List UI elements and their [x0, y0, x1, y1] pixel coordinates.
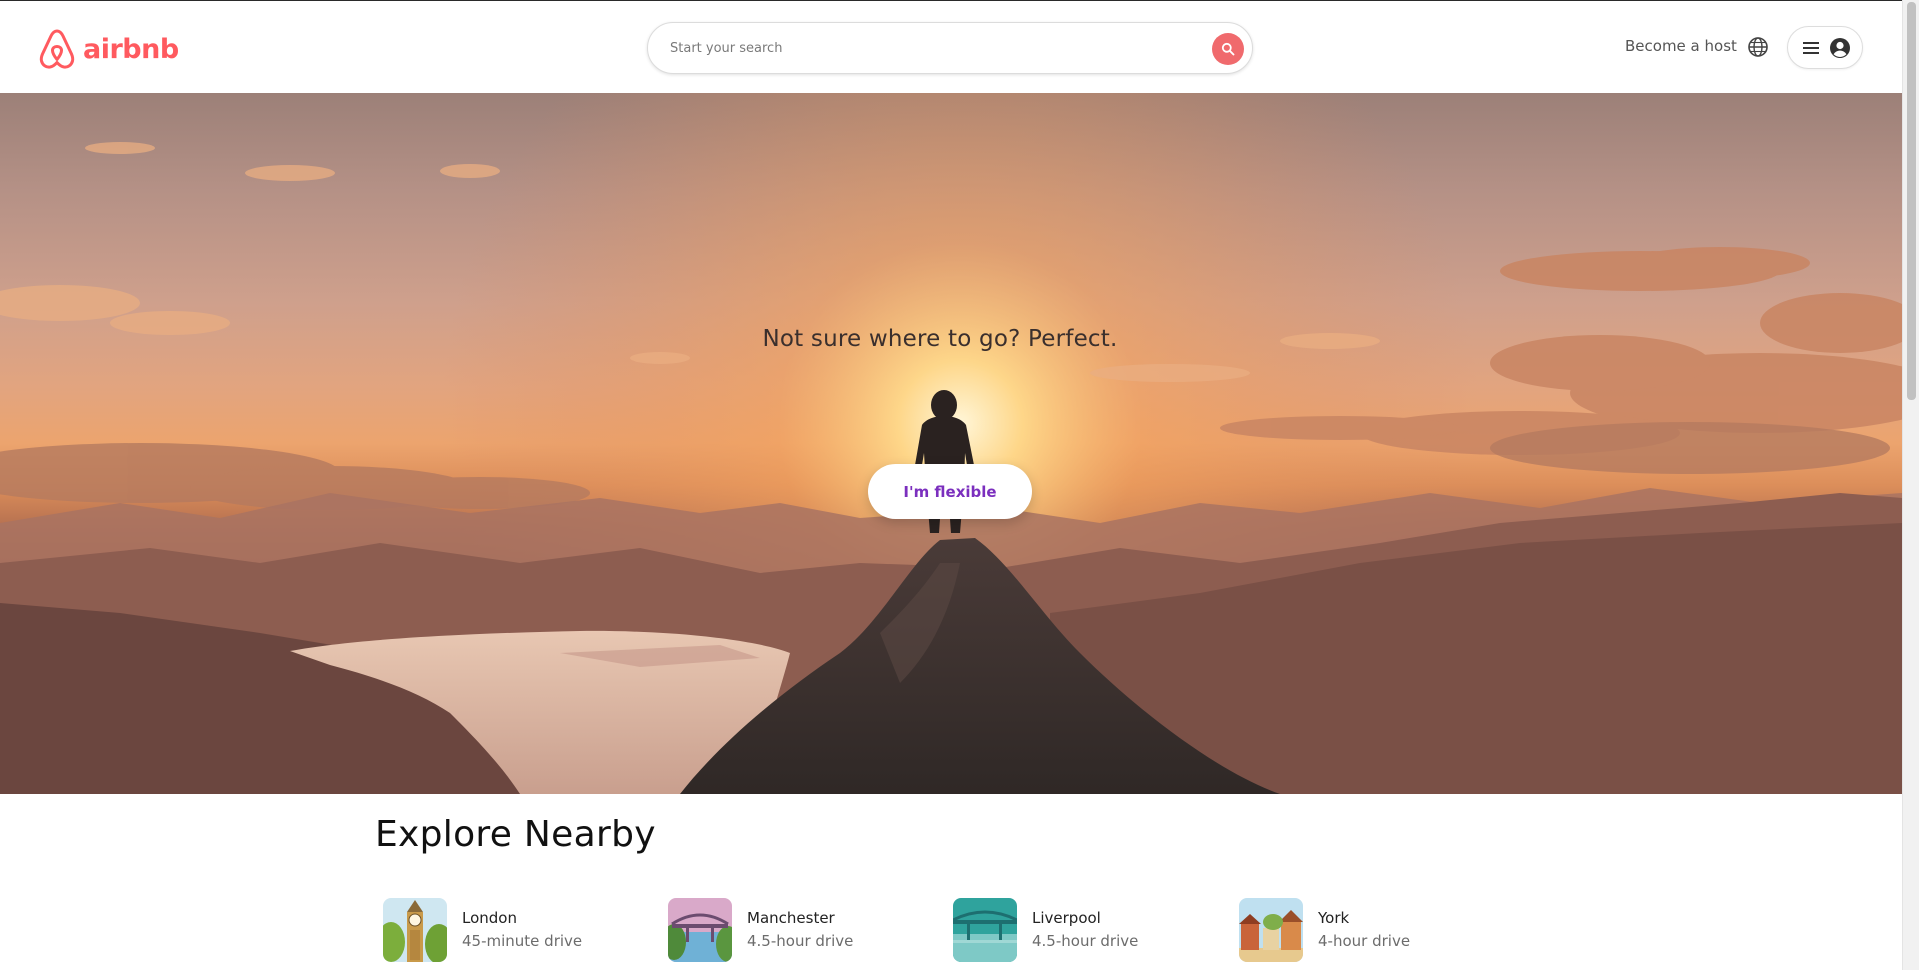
place-drive-time: 4.5-hour drive: [747, 932, 854, 950]
page-viewport: airbnb Become a host: [0, 0, 1902, 970]
airbnb-logo[interactable]: airbnb: [37, 27, 179, 71]
place-thumbnail: [383, 898, 447, 962]
hero-banner: Not sure where to go? Perfect. I'm flexi…: [0, 93, 1902, 794]
im-flexible-button[interactable]: I'm flexible: [868, 464, 1032, 519]
place-drive-time: 4-hour drive: [1318, 932, 1411, 950]
place-drive-time: 45-minute drive: [462, 932, 583, 950]
hero-headline: Not sure where to go? Perfect.: [762, 326, 1118, 352]
place-name: Liverpool: [1032, 909, 1101, 927]
scrollbar-thumb[interactable]: [1907, 2, 1916, 400]
globe-icon: [1748, 37, 1768, 57]
nearby-place-london[interactable]: London 45-minute drive: [383, 897, 582, 963]
manchester-bridge-thumbnail-image: [668, 898, 732, 962]
place-name: York: [1318, 909, 1350, 927]
place-drive-time: 4.5-hour drive: [1032, 932, 1139, 950]
nearby-place-york[interactable]: York 4-hour drive: [1239, 897, 1410, 963]
big-ben-thumbnail-image: [383, 898, 447, 962]
explore-nearby-heading: Explore Nearby: [375, 814, 656, 855]
search-bar: [647, 22, 1253, 74]
place-name: Manchester: [747, 909, 835, 927]
search-icon: [1221, 42, 1235, 56]
york-street-thumbnail-image: [1239, 898, 1303, 962]
become-a-host-link[interactable]: Become a host: [1625, 37, 1737, 55]
brand-name: airbnb: [83, 33, 179, 65]
search-button[interactable]: [1212, 33, 1244, 65]
place-thumbnail: [668, 898, 732, 962]
hero-sunset-mountain-image: [0, 93, 1902, 794]
place-thumbnail: [953, 898, 1017, 962]
liverpool-bridge-thumbnail-image: [953, 898, 1017, 962]
hamburger-menu-icon: [1803, 41, 1819, 54]
nearby-place-liverpool[interactable]: Liverpool 4.5-hour drive: [953, 897, 1138, 963]
language-button[interactable]: [1745, 34, 1771, 60]
user-menu-button[interactable]: [1787, 26, 1863, 69]
explore-nearby-list: London 45-minute drive Manchester 4.5-ho…: [383, 897, 1483, 967]
search-input[interactable]: [668, 39, 1188, 57]
page-scrollbar[interactable]: [1902, 0, 1919, 970]
nearby-place-manchester[interactable]: Manchester 4.5-hour drive: [668, 897, 853, 963]
user-avatar-icon: [1830, 37, 1850, 58]
place-name: London: [462, 909, 517, 927]
top-navigation-bar: airbnb Become a host: [0, 0, 1902, 93]
airbnb-logo-icon: [39, 29, 75, 69]
place-thumbnail: [1239, 898, 1303, 962]
